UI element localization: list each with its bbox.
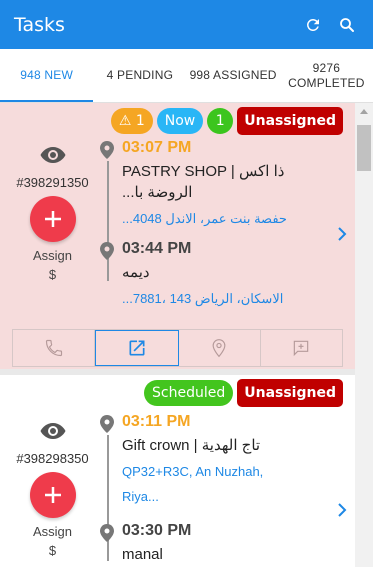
location-pin-icon	[100, 415, 114, 433]
dropoff-name: manal	[122, 546, 163, 563]
status-tabs: 948 NEW 4 PENDING 998 ASSIGNED 9276 COMP…	[0, 49, 373, 103]
pickup-time: 03:11 PM	[122, 413, 191, 430]
open-details-button[interactable]	[95, 330, 179, 366]
tab-completed-label: 9276 COMPLETED	[288, 60, 365, 90]
page-title: Tasks	[14, 13, 65, 36]
price: $	[48, 543, 57, 558]
scroll-up-arrow[interactable]	[360, 109, 368, 114]
pickup-address[interactable]: ...حفصة بنت عمر، الاندل 4048	[122, 207, 333, 230]
location-pin-icon	[100, 524, 114, 542]
dropoff-address[interactable]: ...الاسكان، الرياض 143 ،7881	[122, 287, 333, 310]
plus-icon	[44, 211, 61, 227]
call-button[interactable]	[13, 330, 96, 366]
task-badges: ⚠ 1 Now 1 Unassigned	[110, 107, 343, 135]
window-edge	[373, 0, 377, 567]
task-card[interactable]: Scheduled Unassigned #398298350 Assign $	[0, 375, 355, 567]
warning-badge: ⚠ 1	[110, 108, 153, 134]
dropoff-stop: 03:30 PM manal	[98, 522, 333, 565]
map-button[interactable]	[179, 330, 261, 366]
phone-icon	[45, 339, 62, 357]
pickup-name: PASTRY SHOP | ذا اكس	[122, 163, 285, 180]
pickup-time: 03:07 PM	[122, 139, 192, 156]
tab-new-label: 948 NEW	[20, 68, 73, 82]
price: $	[48, 267, 57, 282]
chevron-right-icon[interactable]	[337, 503, 347, 517]
assign-button[interactable]	[29, 196, 76, 242]
task-actions	[12, 329, 343, 367]
location-pin-icon	[100, 141, 114, 159]
task-badges: Scheduled Unassigned	[144, 379, 343, 407]
order-id: #398291350	[16, 175, 89, 190]
pickup-name: Gift crown | تاج الهدية	[122, 437, 261, 454]
assign-button[interactable]	[29, 472, 76, 518]
open-external-icon	[129, 340, 145, 356]
dropoff-time: 03:30 PM	[122, 522, 192, 539]
now-badge: Now	[156, 108, 204, 134]
tab-assigned-label: 998 ASSIGNED	[189, 68, 277, 82]
dropoff-time: 03:44 PM	[122, 240, 192, 257]
task-stops: 03:07 PM PASTRY SHOP | ذا اكس ...الروضة …	[98, 139, 333, 310]
comment-button[interactable]	[261, 330, 342, 366]
location-pin-icon	[212, 339, 226, 358]
refresh-icon[interactable]	[301, 13, 325, 37]
plus-icon	[44, 487, 61, 503]
search-icon[interactable]	[335, 13, 359, 37]
status-badge: Unassigned	[237, 107, 343, 135]
order-id: #398298350	[16, 451, 89, 466]
eye-icon[interactable]	[39, 145, 67, 165]
location-pin-icon	[100, 242, 114, 260]
task-stops: 03:11 PM Gift crown | تاج الهدية QP32+R3…	[98, 413, 333, 565]
task-list[interactable]: ⚠ 1 Now 1 Unassigned #398291350 Assign $	[0, 103, 355, 567]
status-badge: Unassigned	[237, 379, 343, 407]
tasks-screen: Tasks 948 NEW 4 PENDING 998 ASSIGNED 927…	[0, 0, 377, 567]
tab-new[interactable]: 948 NEW	[0, 49, 94, 102]
dropoff-name: ديمه	[122, 264, 150, 281]
task-card[interactable]: ⚠ 1 Now 1 Unassigned #398291350 Assign $	[0, 103, 355, 369]
app-header: Tasks	[0, 0, 373, 49]
task-left-column: #398298350 Assign $	[0, 421, 105, 558]
eye-icon[interactable]	[39, 421, 67, 441]
dropoff-stop: 03:44 PM ديمه ...الاسكان، الرياض 143 ،78…	[98, 240, 333, 310]
assign-label: Assign	[32, 248, 73, 263]
pickup-stop: 03:11 PM Gift crown | تاج الهدية QP32+R3…	[98, 413, 333, 508]
tab-assigned[interactable]: 998 ASSIGNED	[187, 49, 280, 102]
comment-icon	[294, 340, 309, 357]
tab-pending[interactable]: 4 PENDING	[93, 49, 186, 102]
assign-label: Assign	[32, 524, 73, 539]
task-left-column: #398291350 Assign $	[0, 145, 105, 282]
chevron-right-icon[interactable]	[337, 227, 347, 241]
tab-completed[interactable]: 9276 COMPLETED	[280, 49, 373, 102]
scrollbar[interactable]	[355, 103, 373, 567]
scheduled-badge: Scheduled	[144, 380, 234, 406]
pickup-stop: 03:07 PM PASTRY SHOP | ذا اكس ...الروضة …	[98, 139, 333, 230]
pickup-address-line2[interactable]: Riya...	[122, 485, 333, 508]
count-badge: 1	[207, 108, 234, 134]
pickup-address[interactable]: QP32+R3C, An Nuzhah,	[122, 460, 333, 483]
scrollbar-thumb[interactable]	[357, 125, 371, 171]
pickup-name-line2: ...الروضة با	[122, 184, 193, 201]
tab-pending-label: 4 PENDING	[106, 68, 174, 82]
